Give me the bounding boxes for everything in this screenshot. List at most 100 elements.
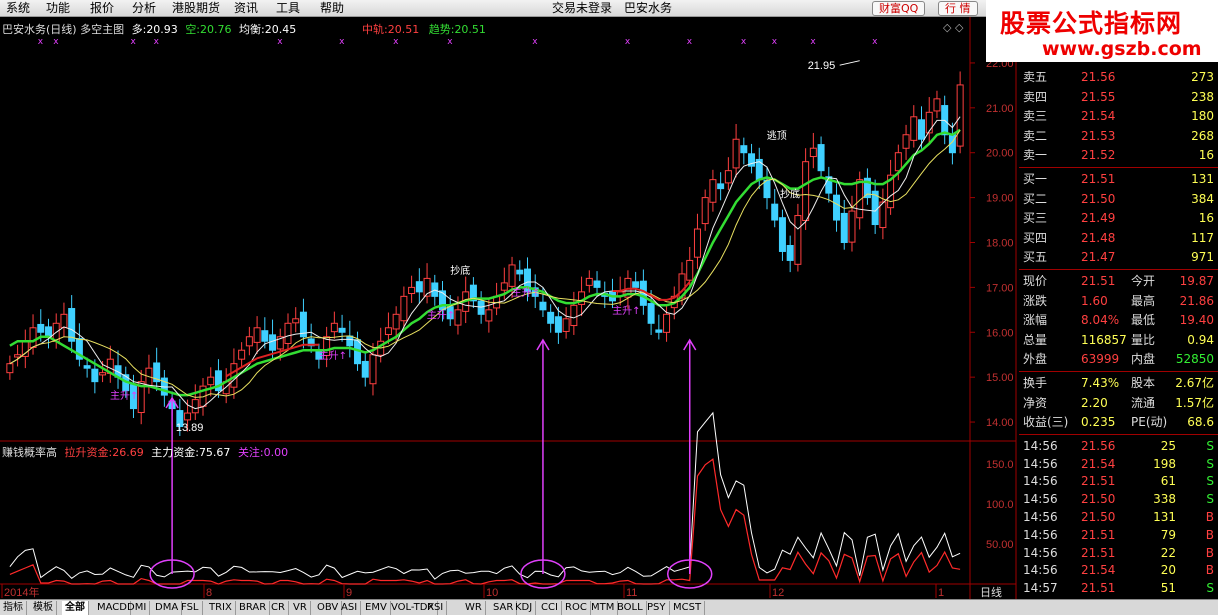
qs-label: 趋势: <box>428 23 455 36</box>
ask-volume: 238 <box>1191 89 1214 104</box>
fund-value: 68.6 <box>1187 415 1214 430</box>
tab-kdj[interactable]: KDJ <box>512 601 537 615</box>
tick-row[interactable]: 14:56 21.50 131 B <box>1019 508 1218 526</box>
tab-全部[interactable]: 全部 <box>62 601 89 615</box>
bid-row[interactable]: 买二 21.50 384 <box>1019 190 1218 208</box>
candle-body <box>83 365 91 369</box>
tab-trix[interactable]: TRIX <box>206 601 236 615</box>
tick-row[interactable]: 14:56 21.50 338 S <box>1019 490 1218 508</box>
candle-body <box>632 281 640 288</box>
quote-stat-row[interactable]: 现价 21.51 今开 19.87 <box>1019 272 1218 290</box>
tick-price: 21.51 <box>1081 581 1116 596</box>
candle-body <box>60 313 68 328</box>
candle-body <box>663 313 671 333</box>
candle-body <box>918 119 926 140</box>
ask-label: 卖二 <box>1023 128 1048 143</box>
tick-volume: 51 <box>1160 581 1176 596</box>
fundamental-row[interactable]: 净资 2.20 流通 1.57亿 <box>1019 394 1218 412</box>
tab-boll[interactable]: BOLL <box>614 601 647 615</box>
stat-value: 1.60 <box>1081 293 1108 308</box>
price-axis-label: 17.00 <box>986 282 1014 294</box>
candle-body <box>454 309 462 326</box>
bid-row[interactable]: 买一 21.51 131 <box>1019 170 1218 188</box>
jh-label: 均衡: <box>239 23 265 36</box>
ask-price: 21.54 <box>1081 109 1116 124</box>
stat-label: 现价 <box>1023 274 1048 288</box>
ask-row[interactable]: 卖四 21.55 238 <box>1019 88 1218 106</box>
tab-fsl[interactable]: FSL <box>178 601 203 615</box>
price-axis-label: 20.00 <box>986 148 1014 160</box>
candle-body <box>44 326 52 338</box>
candle-body <box>485 309 493 322</box>
tab-asi[interactable]: ASI <box>338 601 362 615</box>
candle-body <box>585 277 593 286</box>
ask-row[interactable]: 卖一 21.52 16 <box>1019 146 1218 164</box>
ask-price: 21.52 <box>1081 148 1116 163</box>
tab-vr[interactable]: VR <box>290 601 311 615</box>
candle-body <box>794 215 802 265</box>
tab-wr[interactable]: WR <box>462 601 486 615</box>
tab-psy[interactable]: PSY <box>644 601 670 615</box>
bid-row[interactable]: 买五 21.47 971 <box>1019 248 1218 266</box>
stat-label: 今开 <box>1131 274 1156 288</box>
candle-body <box>21 340 29 357</box>
bid-label: 买四 <box>1023 230 1048 245</box>
tick-price: 21.54 <box>1081 563 1116 578</box>
tick-row[interactable]: 14:56 21.54 20 B <box>1019 561 1218 579</box>
quote-stat-row[interactable]: 总量 116857 量比 0.94 <box>1019 331 1218 349</box>
tick-row[interactable]: 14:57 21.51 51 S <box>1019 579 1218 597</box>
tick-row[interactable]: 14:56 21.51 22 B <box>1019 544 1218 562</box>
tick-time: 14:57 <box>1023 581 1058 596</box>
tick-side: S <box>1206 492 1214 507</box>
stat-value: 63999 <box>1081 352 1120 367</box>
bid-row[interactable]: 买三 21.49 16 <box>1019 209 1218 227</box>
ask-row[interactable]: 卖二 21.53 268 <box>1019 127 1218 145</box>
tick-row[interactable]: 14:56 21.54 198 S <box>1019 455 1218 473</box>
bid-price: 21.47 <box>1081 250 1116 265</box>
bid-row[interactable]: 买四 21.48 117 <box>1019 229 1218 247</box>
candle-body <box>29 327 37 348</box>
tab-mcst[interactable]: MCST <box>670 601 706 615</box>
tab-roc[interactable]: ROC <box>562 601 591 615</box>
ask-row[interactable]: 卖三 21.54 180 <box>1019 107 1218 125</box>
stat-value: 21.86 <box>1179 293 1214 308</box>
ask-label: 卖四 <box>1023 89 1048 104</box>
ask-price: 21.53 <box>1081 128 1116 143</box>
tab-cci[interactable]: CCI <box>538 601 562 615</box>
fund-value: 1.57亿 <box>1175 395 1214 410</box>
bottom-signal: 抄底 <box>780 188 800 201</box>
sub-title: 赚钱概率高 <box>2 446 57 459</box>
candle-body <box>184 412 192 421</box>
tick-price: 21.56 <box>1081 438 1116 453</box>
stat-label: 最高 <box>1131 293 1156 308</box>
tab-cr[interactable]: CR <box>268 601 289 615</box>
stat-value: 19.87 <box>1179 274 1214 288</box>
tab-emv[interactable]: EMV <box>362 601 391 615</box>
tick-row[interactable]: 14:56 21.51 79 B <box>1019 526 1218 544</box>
candle-body <box>191 399 199 414</box>
quote-stat-row[interactable]: 涨跌 1.60 最高 21.86 <box>1019 292 1218 310</box>
fund-value: 2.20 <box>1081 395 1108 410</box>
fundamental-row[interactable]: 换手 7.43% 股本 2.67亿 <box>1019 374 1218 392</box>
fundamental-row[interactable]: 收益(三) 0.235 PE(动) 68.6 <box>1019 413 1218 431</box>
tick-row[interactable]: 14:56 21.51 61 S <box>1019 472 1218 490</box>
quote-stat-row[interactable]: 涨幅 8.04% 最低 19.40 <box>1019 311 1218 329</box>
quote-stat-row[interactable]: 外盘 63999 内盘 52850 <box>1019 350 1218 368</box>
candle-body <box>253 327 261 343</box>
watermark-title: 股票公式指标网 <box>1000 9 1183 38</box>
ask-row[interactable]: 卖五 21.56 273 <box>1019 68 1218 86</box>
book-divider <box>1019 371 1218 372</box>
candle-body <box>817 144 825 172</box>
tab-dmi[interactable]: DMI <box>124 601 151 615</box>
tab-指标[interactable]: 指标 <box>0 601 27 615</box>
candle-body <box>14 354 22 358</box>
candle-body <box>238 349 246 360</box>
ma-fast-line <box>9 116 961 410</box>
tick-row[interactable]: 14:56 21.56 25 S <box>1019 437 1218 455</box>
tab-模板[interactable]: 模板 <box>30 601 57 615</box>
date-axis-label: 9 <box>346 587 352 599</box>
tab-rsi[interactable]: RSI <box>424 601 448 615</box>
tick-price: 21.50 <box>1081 510 1116 524</box>
tick-side: B <box>1205 527 1214 542</box>
tab-brar[interactable]: BRAR <box>236 601 271 615</box>
